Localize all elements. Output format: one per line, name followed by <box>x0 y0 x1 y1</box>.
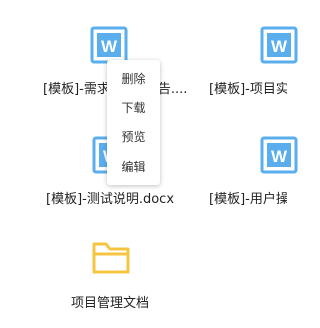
menu-item-delete[interactable]: 删除 <box>107 67 160 91</box>
folder-item[interactable]: 项目管理文档 <box>37 240 187 320</box>
svg-text:W: W <box>101 37 118 56</box>
word-file-icon: W <box>90 26 128 64</box>
context-menu: 删除 下载 预览 编辑 <box>107 60 160 185</box>
word-file-icon: W <box>260 26 298 64</box>
folder-icon <box>92 242 130 274</box>
file-item[interactable]: W [模板]-项目实 <box>207 26 320 106</box>
file-name: [模板]-项目实 <box>209 82 287 97</box>
svg-text:W: W <box>271 37 288 56</box>
file-item[interactable]: W [模板]-用户操 <box>207 136 320 216</box>
menu-item-download[interactable]: 下载 <box>107 96 160 120</box>
folder-name: 项目管理文档 <box>71 296 150 311</box>
menu-item-preview[interactable]: 预览 <box>107 125 160 149</box>
file-name: [模板]-测试说明.docx <box>46 192 175 207</box>
word-file-icon: W <box>260 136 298 174</box>
file-name: [模板]-用户操 <box>209 192 287 207</box>
svg-text:W: W <box>271 147 288 166</box>
menu-item-edit[interactable]: 编辑 <box>107 155 160 179</box>
